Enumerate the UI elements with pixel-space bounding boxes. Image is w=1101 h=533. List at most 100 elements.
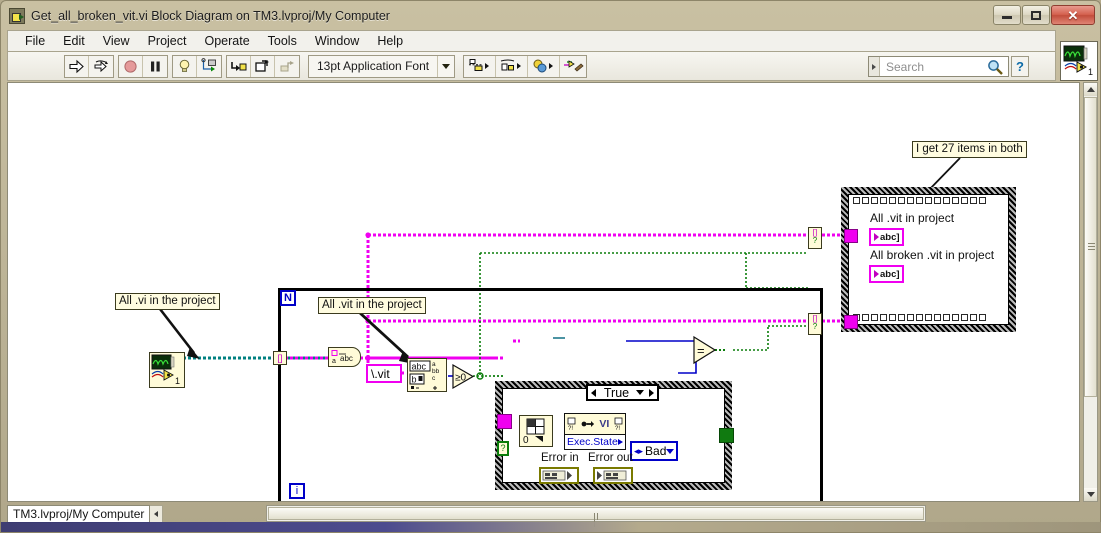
vertical-scroll-thumb[interactable] [1084,97,1097,397]
clean-up-diagram-button[interactable] [560,56,586,77]
step-over-button[interactable] [251,55,275,77]
case-selector-next-button[interactable] [646,388,657,397]
subvi-get-all-vis[interactable]: 1 [149,352,185,388]
error-out-terminal[interactable] [593,467,633,484]
step-into-button[interactable] [227,55,251,77]
enum-constant-bad-value: Bad [645,444,667,458]
reorder-icon [533,59,553,73]
reorder-button[interactable] [528,55,561,77]
loop-conditional-tunnel-top[interactable]: [] ? [808,227,822,249]
menu-item-file[interactable]: File [16,32,54,50]
align-objects-button[interactable] [464,55,497,77]
abort-execution-button[interactable] [119,55,143,77]
for-loop-count-terminal[interactable]: N [280,290,296,306]
error-cluster-icon [542,470,572,481]
search-input[interactable]: Search [868,56,1009,77]
status-collapse-button[interactable] [150,505,164,523]
help-button[interactable]: ? [1011,56,1029,77]
vi-icon-display[interactable]: 1 [1060,41,1098,81]
distribute-objects-button[interactable] [496,55,529,77]
property-node-property[interactable]: Exec.State [567,436,618,448]
horizontal-scroll-thumb[interactable] [268,507,924,527]
comment-27-items[interactable]: I get 27 items in both [912,141,1027,158]
minimize-button[interactable] [993,5,1021,25]
font-selector[interactable]: 13pt Application Font [308,54,456,78]
search-split-string[interactable]: abc b a bb c [407,358,447,392]
error-in-terminal[interactable] [539,467,579,484]
array-cluster-top-cells [850,196,1007,205]
run-button[interactable] [65,55,89,77]
loop-conditional-tunnel-bottom[interactable]: [] ? [808,313,822,335]
scroll-down-button[interactable] [1084,488,1097,501]
menu-item-edit[interactable]: Edit [54,32,94,50]
case-input-tunnel[interactable] [497,414,512,429]
subvi-icon: 1 [151,354,180,386]
indicator-all-vit-terminal[interactable]: abc] [869,228,904,246]
for-loop-iteration-terminal[interactable]: i [289,483,305,499]
close-button[interactable]: ✕ [1051,5,1095,25]
menu-item-operate[interactable]: Operate [195,32,258,50]
enum-increment-decrement-icon[interactable]: ◂▸ [634,446,643,457]
debug-group [172,54,222,78]
indicator-all-vit-label: All .vit in project [870,211,955,225]
retain-wire-values-button[interactable] [197,56,221,77]
comment-all-vi[interactable]: All .vi in the project [115,293,220,310]
menu-bar: File Edit View Project Operate Tools Win… [7,30,1056,52]
maximize-button[interactable] [1022,5,1050,25]
menu-item-view[interactable]: View [94,32,139,50]
taskbar-edge [1,522,1101,532]
run-arrow-icon [69,59,84,73]
scroll-thumb-grip [1088,243,1095,250]
pause-button[interactable] [143,56,167,77]
maximize-icon [1031,10,1041,20]
vertical-scrollbar[interactable] [1083,82,1098,502]
svg-text:a: a [432,361,436,368]
abort-pause-group [118,54,168,78]
block-diagram-canvas[interactable]: All .vi in the project All .vit in the p… [7,82,1080,502]
retain-wire-values-icon [201,58,216,72]
index-array[interactable]: 0 [519,415,553,447]
run-continuously-button[interactable] [89,56,113,77]
svg-text:?!: ?! [568,426,573,432]
equal-comparison-node[interactable]: = [692,335,718,365]
clean-up-diagram-icon [564,60,584,72]
case-selector[interactable]: True [586,384,659,401]
svg-text:c: c [432,375,436,382]
scroll-up-button[interactable] [1084,83,1097,96]
menu-item-help[interactable]: Help [368,32,412,50]
array-cluster-bottom-cells [850,313,1007,322]
loop-input-tunnel[interactable]: [] [273,351,287,365]
chevron-right-icon [649,388,654,397]
greater-than-zero-node[interactable]: ≥0 [451,363,477,390]
font-selector-dropdown[interactable] [437,55,454,77]
horizontal-scrollbar[interactable] [266,505,926,527]
property-node-vi[interactable]: ?! VI ?! Exec.State [564,413,626,450]
case-selector-terminal[interactable]: ? [497,441,509,456]
property-node-ref-in-icon: ?! [567,417,576,432]
array-cluster-tunnel-1[interactable] [844,229,858,243]
string-constant-vit[interactable]: \.vit [366,364,402,383]
indicator-all-broken-vit-terminal[interactable]: abc] [869,265,904,283]
case-selector-prev-button[interactable] [588,388,599,397]
step-out-button[interactable] [275,56,299,77]
property-node-ref-out-icon: ?! [614,417,623,432]
title-bar: Get_all_broken_vit.vi Block Diagram on T… [2,2,1100,29]
menu-item-project[interactable]: Project [139,32,196,50]
chevron-left-icon [591,388,596,397]
svg-text:≥0: ≥0 [455,373,466,384]
enum-constant-bad[interactable]: ◂▸ Bad [630,441,678,461]
minimize-icon [1002,16,1012,19]
chevron-down-icon [442,63,451,69]
magnifier-icon[interactable] [986,58,1004,76]
case-selector-dropdown[interactable] [634,390,646,395]
labview-block-diagram-window: Get_all_broken_vit.vi Block Diagram on T… [0,0,1101,533]
h-scroll-thumb-grip [594,513,601,527]
highlight-execution-button[interactable] [173,55,197,77]
error-in-label: Error in [541,452,579,464]
menu-item-tools[interactable]: Tools [259,32,306,50]
menu-item-window[interactable]: Window [306,32,368,50]
array-cluster-tunnel-2[interactable] [844,315,858,329]
case-output-tunnel[interactable] [719,428,734,443]
search-options-button[interactable] [869,57,880,76]
toolbar: 13pt Application Font Search ? [7,52,1056,81]
